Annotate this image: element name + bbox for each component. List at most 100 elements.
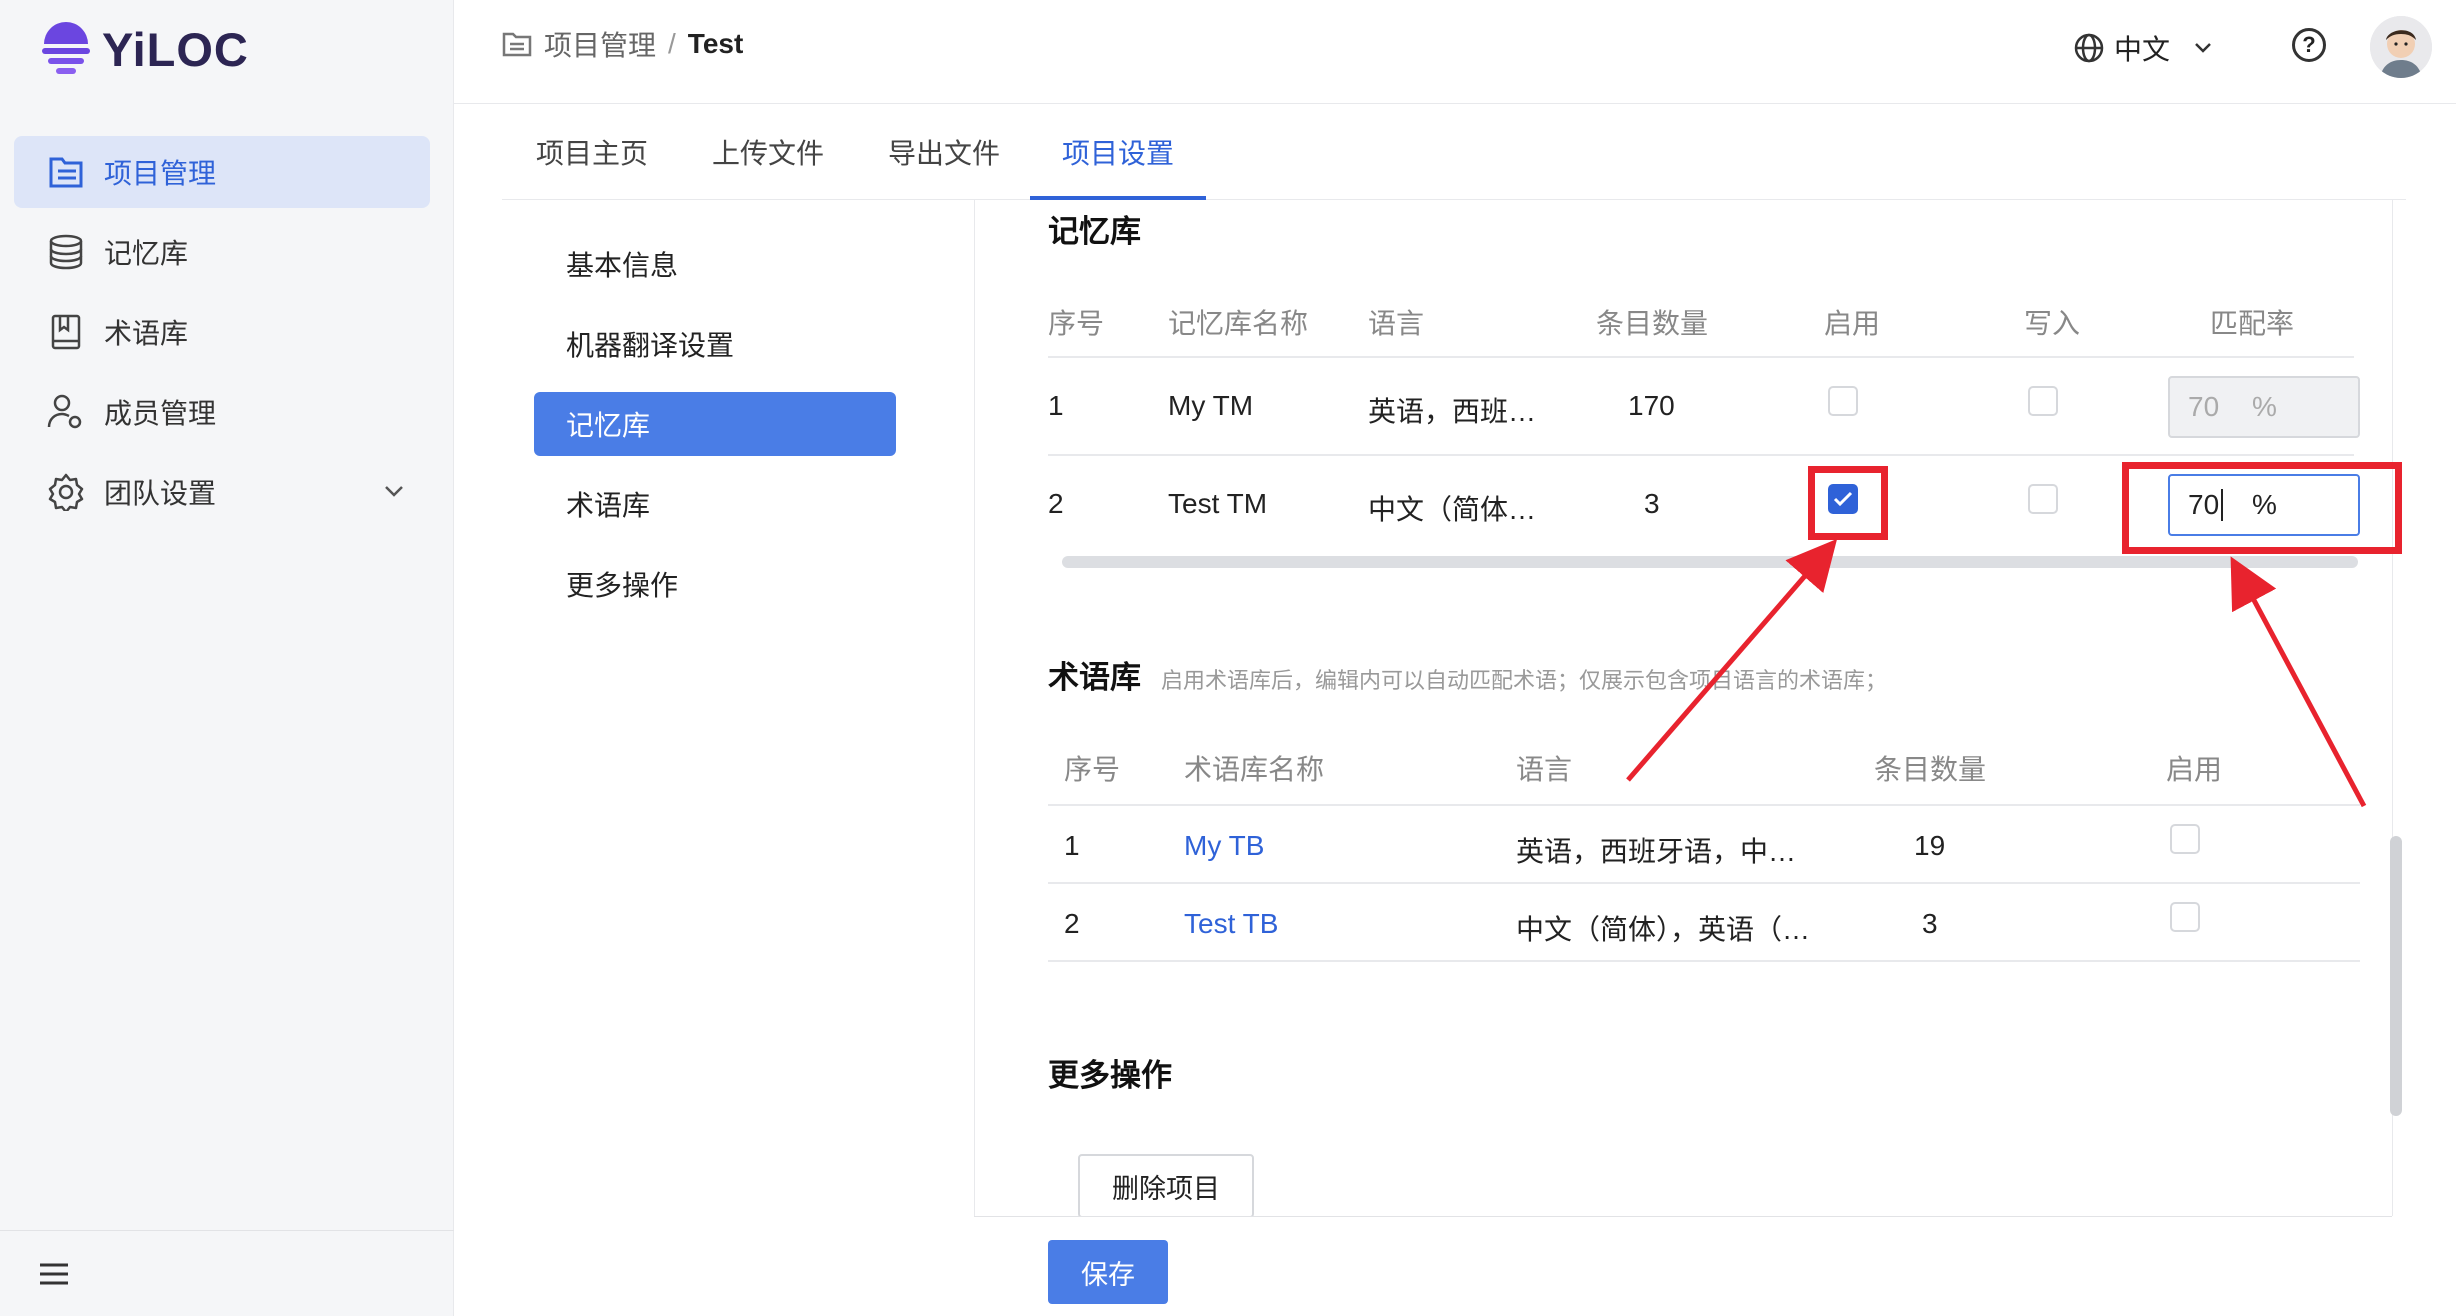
tm-row-2-count: 3 [1644,488,1660,519]
tm-row-1-enable-checkbox[interactable] [1828,386,1858,416]
tb-row-2-no: 2 [1064,908,1080,939]
sidebar-item-members[interactable]: 成员管理 [14,376,430,448]
folder-icon [502,31,532,57]
save-button[interactable]: 保存 [1048,1240,1168,1304]
logo-icon [40,20,92,78]
project-list-icon [46,152,86,192]
sidebar-item-tb[interactable]: 术语库 [14,296,430,368]
rate-unit: % [2252,391,2277,422]
user-gear-icon [46,392,86,432]
breadcrumb-separator: / [668,28,676,59]
sidebar-item-team-settings[interactable]: 团队设置 [14,456,430,528]
tm-row-2-no: 2 [1048,488,1064,519]
settings-menu: 基本信息 机器翻译设置 记忆库 术语库 更多操作 [534,232,896,632]
tm-section-title: 记忆库 [1048,214,1141,249]
sidebar-footer [0,1230,454,1316]
tab-home[interactable]: 项目主页 [536,104,648,200]
tm-header-no: 序号 [1048,308,1105,339]
settings-item-basic[interactable]: 基本信息 [534,232,896,296]
tm-row-2-write-checkbox[interactable] [2028,484,2058,514]
tb-section-title: 术语库 [1048,660,1141,695]
tb-row-2-count: 3 [1922,908,1938,939]
tm-row-divider [1048,454,2354,456]
rate-value: 70 [2188,391,2220,422]
tb-row-1-name-link[interactable]: My TB [1184,830,1264,862]
active-tab-indicator [1030,196,1206,200]
sidebar-item-label: 术语库 [104,318,189,349]
tb-header-lang: 语言 [1516,754,1573,785]
tb-header-no: 序号 [1064,754,1121,785]
tm-header-count: 条目数量 [1596,308,1709,339]
tb-row-divider [1048,882,2360,884]
footer-bar [974,1216,2392,1316]
tab-upload[interactable]: 上传文件 [712,104,824,200]
tb-section-heading: 术语库 启用术语库后，编辑内可以自动匹配术语；仅展示包含项目语言的术语库； [1048,652,1887,697]
help-icon[interactable]: ? [2292,28,2326,62]
tb-header-enabled: 启用 [2166,754,2223,785]
more-section-title: 更多操作 [1048,1058,1172,1093]
settings-item-more[interactable]: 更多操作 [534,552,896,616]
avatar[interactable] [2370,16,2432,78]
logo[interactable]: YiLOC [40,18,249,80]
tb-header-count: 条目数量 [1874,754,1987,785]
language-switcher[interactable]: 中文 [2074,28,2214,68]
chevron-down-icon [2192,37,2214,59]
tab-settings[interactable]: 项目设置 [1062,104,1174,200]
tm-row-2-name: Test TM [1168,488,1268,519]
sidebar-item-tm[interactable]: 记忆库 [14,216,430,288]
chevron-down-icon[interactable] [382,478,406,510]
tb-row-2-enable-checkbox[interactable] [2170,902,2200,932]
sidebar-item-projects[interactable]: 项目管理 [14,136,430,208]
tm-row-1-name: My TM [1168,390,1254,421]
language-label: 中文 [2114,34,2171,65]
settings-item-tm[interactable]: 记忆库 [534,392,896,456]
tm-header-divider [1048,356,2354,358]
menu-icon[interactable] [40,1263,68,1290]
tm-header-name: 记忆库名称 [1168,308,1309,339]
tm-header-write: 写入 [2024,308,2081,339]
tb-table: 序号 术语库名称 语言 条目数量 启用 1 My TB 英语，西班牙语，中… 1… [1048,736,2360,966]
tm-row-1-write-checkbox[interactable] [2028,386,2058,416]
tm-row-1-rate-input[interactable]: 70 % [2168,376,2360,438]
tb-row-2-name-link[interactable]: Test TB [1184,908,1278,940]
tb-section-note: 启用术语库后，编辑内可以自动匹配术语；仅展示包含项目语言的术语库； [1161,668,1888,693]
gear-icon [46,472,86,512]
sidebar-item-label: 记忆库 [104,238,189,269]
globe-icon [2074,33,2104,63]
sidebar-nav: 项目管理 记忆库 术语库 成员管理 团队设置 [14,136,430,536]
tm-header-lang: 语言 [1368,308,1425,339]
highlight-box-enable [1808,466,1888,540]
settings-item-tb[interactable]: 术语库 [534,472,896,536]
tm-row-1-count: 170 [1628,390,1675,421]
project-tabs: 项目主页 上传文件 导出文件 项目设置 [502,104,2406,200]
tm-row-2-lang: 中文（简体… [1368,494,1537,525]
tb-row-divider [1048,960,2360,962]
book-icon [46,312,86,352]
tb-row-2-lang: 中文（简体），英语（… [1516,914,1811,945]
logo-text: YiLOC [102,22,249,76]
database-icon [46,232,86,272]
tb-header-divider [1048,804,2360,806]
tm-header-rate: 匹配率 [2210,308,2295,339]
sidebar-item-label: 团队设置 [104,478,217,509]
breadcrumb-root[interactable]: 项目管理 [544,24,656,64]
tm-row-1-lang: 英语，西班… [1368,396,1537,427]
breadcrumb-current: Test [687,28,744,59]
sidebar-item-label: 项目管理 [104,158,217,189]
breadcrumb: 项目管理 / Test [502,24,743,64]
tb-header-name: 术语库名称 [1184,754,1325,785]
settings-item-mt[interactable]: 机器翻译设置 [534,312,896,376]
tb-row-1-count: 19 [1914,830,1946,861]
tb-row-1-lang: 英语，西班牙语，中… [1516,836,1797,867]
tb-row-1-enable-checkbox[interactable] [2170,824,2200,854]
highlight-box-rate [2122,462,2402,554]
top-header: 项目管理 / Test 中文 ? [454,0,2456,104]
tm-row-1-no: 1 [1048,390,1064,421]
tm-header-enabled: 启用 [1824,308,1881,339]
tab-export[interactable]: 导出文件 [888,104,1000,200]
sidebar: YiLOC 项目管理 记忆库 术语库 成员管理 团队设置 [0,0,454,1316]
vertical-scrollbar[interactable] [2390,836,2402,1116]
tb-row-1-no: 1 [1064,830,1080,861]
tm-horizontal-scrollbar[interactable] [1062,556,2358,568]
delete-project-button[interactable]: 删除项目 [1078,1154,1254,1218]
